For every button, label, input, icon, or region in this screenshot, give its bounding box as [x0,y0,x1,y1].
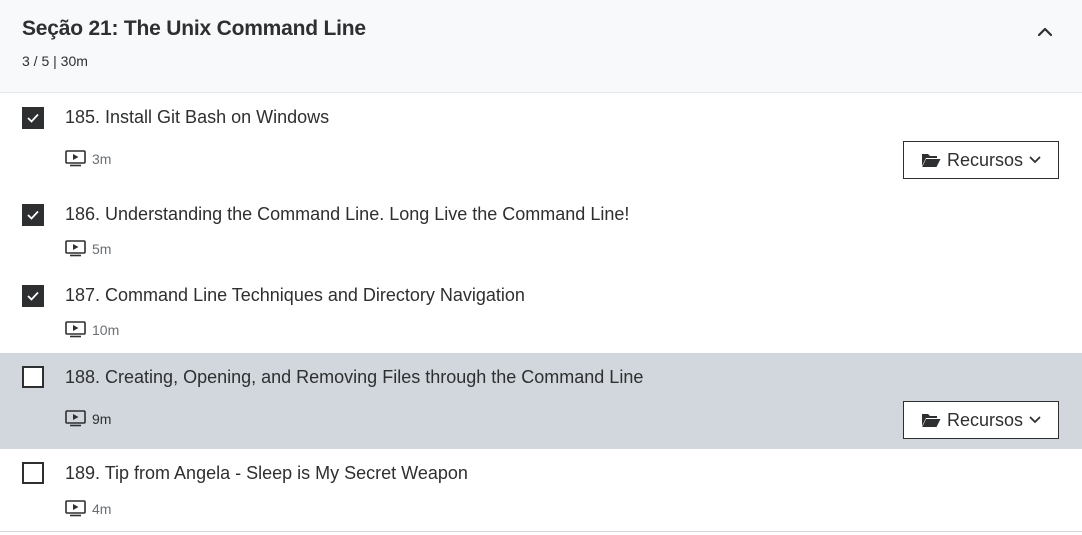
divider [0,531,1082,532]
lecture-title[interactable]: 186. Understanding the Command Line. Lon… [65,204,629,225]
lecture-checkbox[interactable] [22,107,44,129]
chevron-up-icon [1037,27,1053,37]
folder-open-icon [921,154,941,167]
lecture-item[interactable]: 189. Tip from Angela - Sleep is My Secre… [0,449,1082,531]
lecture-duration: 10m [65,321,119,338]
folder-open-icon [921,414,941,427]
video-icon [65,410,86,427]
lecture-checkbox[interactable] [22,285,44,307]
duration-text: 3m [92,150,112,167]
resources-button[interactable]: Recursos [903,141,1059,179]
duration-text: 9m [92,410,112,427]
lecture-item[interactable]: 187. Command Line Techniques and Directo… [0,271,1082,353]
lecture-item[interactable]: 185. Install Git Bash on Windows 3m Recu… [0,93,1082,190]
duration-text: 4m [92,500,112,517]
lecture-duration: 5m [65,240,111,257]
lecture-title[interactable]: 188. Creating, Opening, and Removing Fil… [65,367,643,388]
chevron-down-icon [1029,416,1041,424]
resources-label: Recursos [946,149,1024,170]
video-icon [65,500,86,517]
duration-text: 5m [92,240,112,257]
lecture-duration: 3m [65,150,111,167]
video-icon [65,240,86,257]
lecture-checkbox[interactable] [22,462,44,484]
lecture-duration: 4m [65,500,111,517]
lecture-title[interactable]: 189. Tip from Angela - Sleep is My Secre… [65,463,468,484]
section-title: Seção 21: The Unix Command Line [22,17,366,40]
lecture-duration: 9m [65,410,111,427]
resources-button[interactable]: Recursos [903,401,1059,439]
lecture-checkbox[interactable] [22,204,44,226]
collapse-section-button[interactable] [1031,18,1059,46]
check-icon [27,210,39,220]
video-icon [65,321,86,338]
lecture-item[interactable]: 186. Understanding the Command Line. Lon… [0,190,1082,271]
lecture-checkbox[interactable] [22,366,44,388]
section-header[interactable]: Seção 21: The Unix Command Line 3 / 5 | … [0,0,1082,93]
resources-label: Recursos [946,409,1024,430]
video-icon [65,150,86,167]
check-icon [27,291,39,301]
duration-text: 10m [92,321,120,338]
section-progress: 3 / 5 | 30m [22,53,88,69]
chevron-down-icon [1029,156,1041,164]
lecture-item-active[interactable]: 188. Creating, Opening, and Removing Fil… [0,353,1082,449]
lecture-title[interactable]: 187. Command Line Techniques and Directo… [65,285,525,306]
lecture-title[interactable]: 185. Install Git Bash on Windows [65,107,329,128]
check-icon [27,113,39,123]
